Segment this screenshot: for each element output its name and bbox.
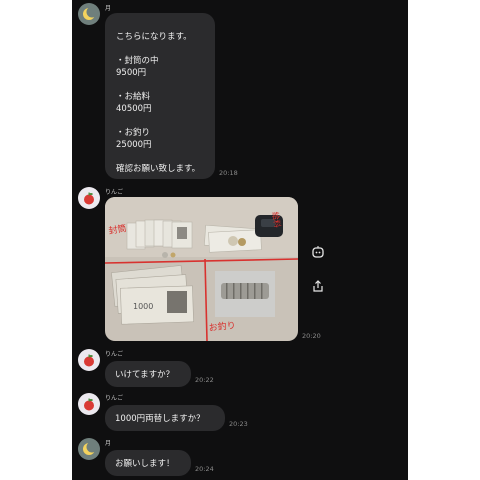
message-time: 20:22	[195, 376, 214, 384]
sender-name: りんご	[105, 351, 124, 358]
sender-name: りんご	[105, 189, 124, 196]
money-photo[interactable]: 1000 封筒 給料 お釣り	[105, 197, 298, 341]
message-bubble[interactable]: 1000円両替しますか？	[105, 405, 225, 431]
share-icon[interactable]	[310, 278, 326, 294]
apple-avatar-icon[interactable]	[78, 349, 100, 371]
sender-name: 月	[105, 440, 112, 447]
bill-pile-salary	[204, 224, 262, 253]
coin-roll	[221, 283, 269, 299]
bill-denomination: 1000	[133, 302, 153, 311]
bot-icon[interactable]	[310, 244, 326, 260]
message-bubble[interactable]: お願いします！	[105, 450, 191, 476]
message-time: 20:18	[219, 169, 238, 177]
message-time: 20:20	[302, 332, 321, 340]
bill-pile-change: 1000	[111, 265, 194, 325]
bill-fan-envelope	[126, 219, 193, 250]
apple-avatar-icon[interactable]	[78, 393, 100, 415]
message-time: 20:24	[195, 465, 214, 473]
moon-avatar-icon[interactable]	[78, 3, 100, 25]
sender-name: 月	[105, 5, 112, 12]
message-bubble[interactable]: こちらになります。 ・封筒の中 9500円 ・お給料 40500円 ・お釣り 2…	[105, 13, 215, 179]
message-bubble[interactable]: いけてますか？	[105, 361, 191, 387]
moon-avatar-icon[interactable]	[78, 438, 100, 460]
message-time: 20:23	[229, 420, 248, 428]
sender-name: りんご	[105, 395, 124, 402]
money-photo-image: 1000 封筒 給料 お釣り	[105, 197, 298, 341]
apple-avatar-icon[interactable]	[78, 187, 100, 209]
chat-panel: 月 こちらになります。 ・封筒の中 9500円 ・お給料 40500円 ・お釣り…	[72, 0, 408, 480]
